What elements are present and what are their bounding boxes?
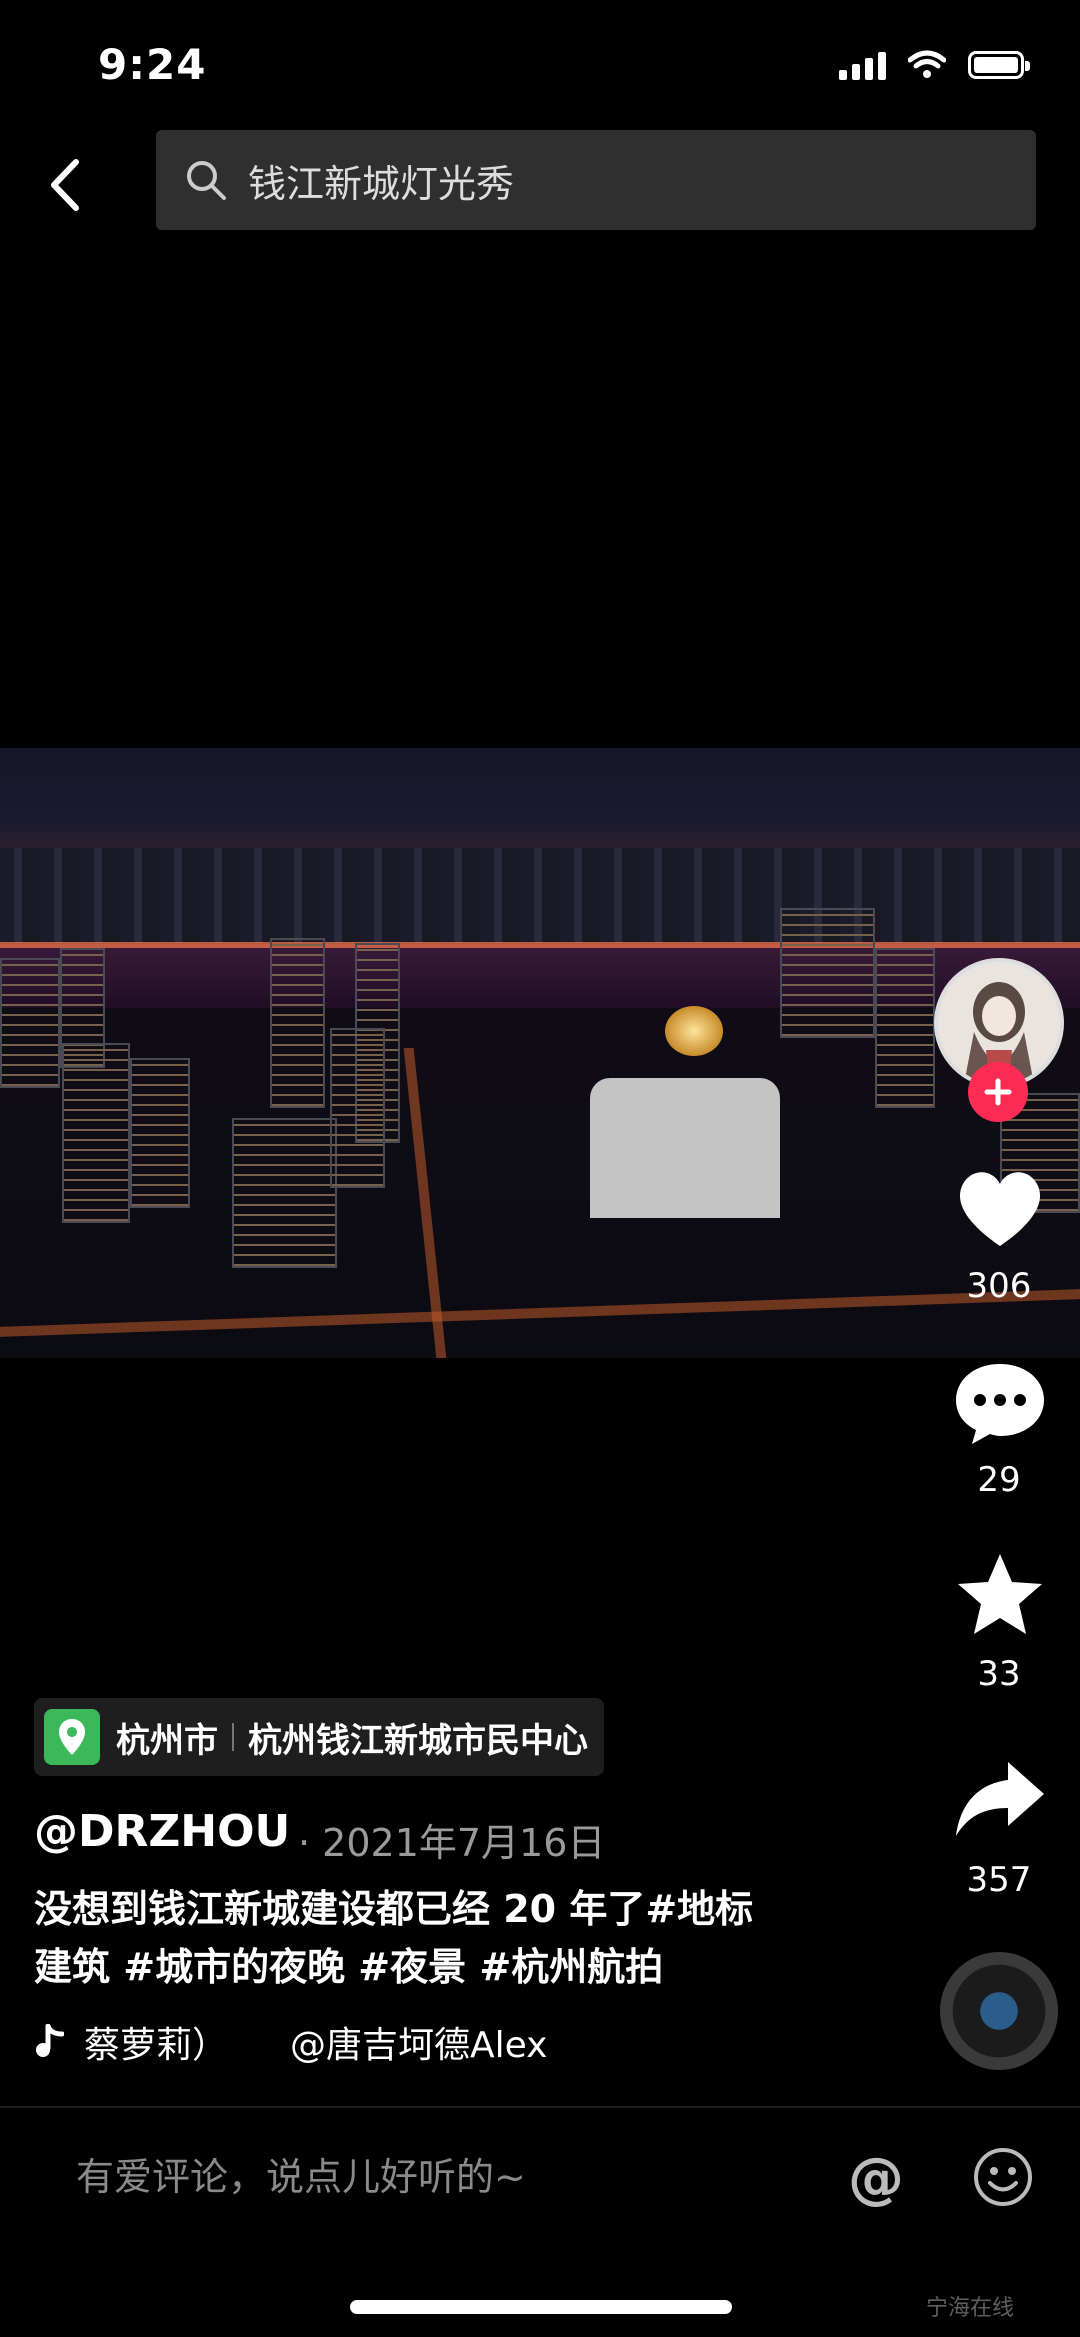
- search-icon: [187, 161, 226, 200]
- location-pin-icon: [44, 1709, 100, 1765]
- description-line: 建筑 #城市的夜晚 #夜景 #杭州航拍: [34, 1945, 664, 1989]
- favorite-count: 33: [977, 1654, 1021, 1694]
- status-icons: [839, 50, 1030, 80]
- wifi-icon: [908, 50, 946, 78]
- music-info[interactable]: 蔡萝莉） @唐吉坷德Alex: [34, 2016, 547, 2068]
- building: [270, 938, 325, 1108]
- far-skyline: [0, 848, 1080, 943]
- building: [875, 948, 935, 1108]
- post-description: 没想到钱江新城建设都已经 20 年了#地标 建筑 #城市的夜晚 #夜景 #杭州航…: [34, 1880, 834, 1996]
- road: [0, 1289, 1080, 1337]
- music-note-icon: [36, 2024, 64, 2057]
- video-player[interactable]: [0, 748, 1080, 1358]
- civic-center: [590, 1078, 780, 1218]
- location-city: 杭州市: [116, 1720, 218, 1761]
- like-count: 306: [966, 1266, 1032, 1306]
- watermark: 宁海在线: [926, 2296, 1015, 2321]
- share-icon: [956, 1762, 1044, 1836]
- music-disc[interactable]: [940, 1952, 1058, 2070]
- share-button[interactable]: [952, 1756, 1048, 1846]
- description-line: 没想到钱江新城建设都已经 20 年了#地标: [34, 1887, 754, 1931]
- follow-button[interactable]: [968, 1062, 1028, 1122]
- battery-icon: [968, 51, 1030, 79]
- status-time: 9:24: [98, 40, 207, 89]
- divider: [0, 2106, 1080, 2108]
- back-button[interactable]: [36, 150, 96, 220]
- building: [232, 1118, 337, 1268]
- home-indicator: [350, 2300, 732, 2314]
- signal-icon: [839, 50, 886, 80]
- location-separator: [232, 1723, 234, 1751]
- heart-icon: [959, 1172, 1041, 1246]
- share-count: 357: [966, 1860, 1032, 1900]
- like-button[interactable]: [952, 1164, 1048, 1254]
- author-name[interactable]: @DRZHOU: [34, 1806, 290, 1857]
- post-date: · 2021年7月16日: [298, 1821, 606, 1865]
- music-title: 蔡萝莉）: [84, 2025, 229, 2066]
- building: [130, 1058, 190, 1208]
- building: [62, 1043, 130, 1223]
- music-artist: @唐吉坷德Alex: [290, 2025, 548, 2066]
- comment-input[interactable]: 有爱评论，说点儿好听的~: [76, 2146, 526, 2201]
- favorite-button[interactable]: [952, 1550, 1048, 1640]
- emoji-button[interactable]: [972, 2146, 1034, 2208]
- globe-building: [665, 1006, 723, 1056]
- building: [0, 958, 60, 1088]
- comment-button[interactable]: [952, 1358, 1048, 1448]
- search-bar[interactable]: 钱江新城灯光秀: [156, 130, 1036, 230]
- plus-icon: [984, 1078, 1012, 1106]
- mention-button[interactable]: @: [848, 2146, 904, 2211]
- building: [780, 908, 875, 1038]
- building: [330, 1028, 385, 1188]
- location-tag[interactable]: 杭州市 杭州钱江新城市民中心: [34, 1698, 604, 1776]
- search-query: 钱江新城灯光秀: [248, 161, 515, 206]
- comment-count: 29: [977, 1460, 1021, 1500]
- star-icon: [958, 1554, 1042, 1634]
- location-place: 杭州钱江新城市民中心: [248, 1720, 588, 1761]
